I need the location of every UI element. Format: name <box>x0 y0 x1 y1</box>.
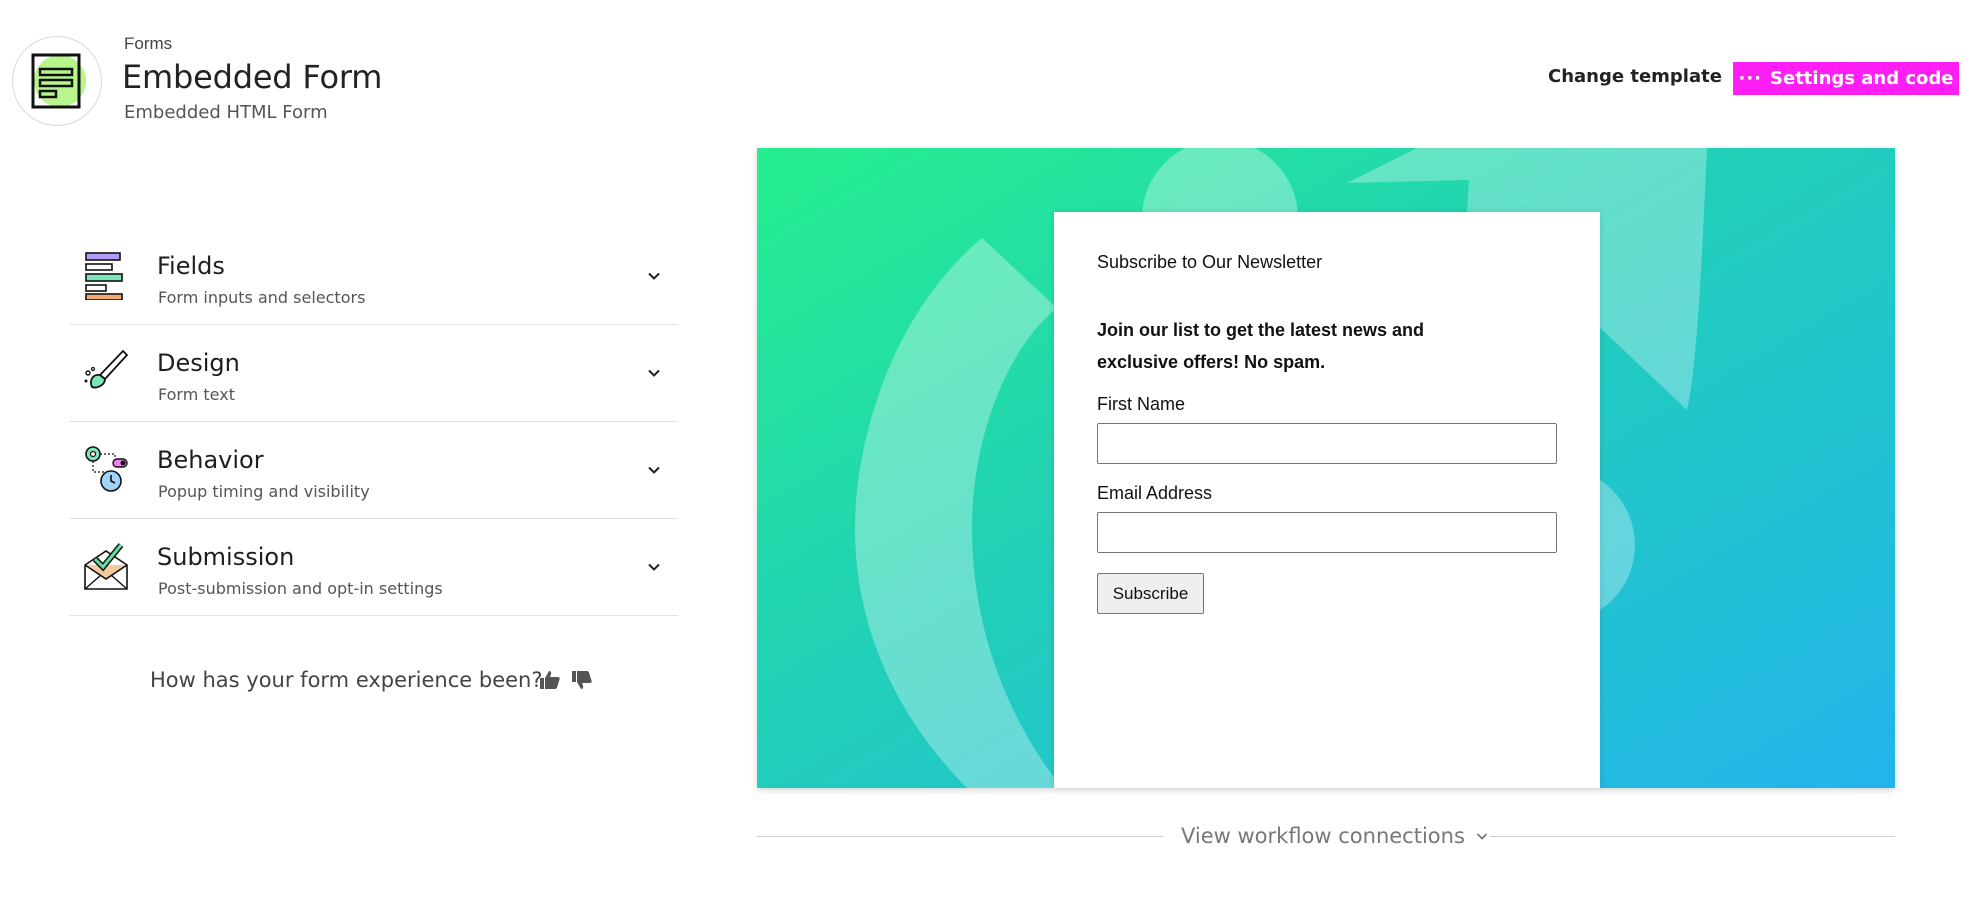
form-preview: Subscribe to Our Newsletter Join our lis… <box>757 148 1895 788</box>
first-name-input[interactable] <box>1097 423 1557 464</box>
chevron-down-icon <box>648 466 660 474</box>
accordion-description: Post-submission and opt-in settings <box>158 579 443 598</box>
accordion-item-fields[interactable]: Fields Form inputs and selectors <box>69 228 678 325</box>
accordion-item-submission[interactable]: Submission Post-submission and opt-in se… <box>69 519 678 616</box>
paintbrush-icon <box>84 349 129 389</box>
view-workflow-connections-toggle[interactable]: View workflow connections <box>1181 824 1489 848</box>
accordion-description: Form inputs and selectors <box>158 288 366 307</box>
settings-accordion: Fields Form inputs and selectors Design … <box>69 228 678 616</box>
change-template-button[interactable]: Change template <box>1548 66 1722 87</box>
subscribe-button[interactable]: Subscribe <box>1097 573 1204 614</box>
more-dots-icon: ··· <box>1738 68 1763 89</box>
workflow-label: View workflow connections <box>1181 824 1465 848</box>
gear-clock-icon <box>85 446 128 492</box>
email-address-label: Email Address <box>1097 483 1213 503</box>
settings-button-label: Settings and code <box>1770 68 1954 89</box>
accordion-item-behavior[interactable]: Behavior Popup timing and visibility <box>69 422 678 519</box>
first-name-label: First Name <box>1097 394 1186 414</box>
form-heading: Subscribe to Our Newsletter <box>1097 252 1323 272</box>
accordion-title: Behavior <box>157 446 264 474</box>
chevron-down-icon <box>1476 833 1488 840</box>
app-icon <box>12 36 102 126</box>
accordion-title: Design <box>157 349 240 377</box>
fields-bars-icon <box>85 252 123 300</box>
breadcrumb[interactable]: Forms <box>124 34 172 54</box>
thumbs-down-icon[interactable] <box>570 668 594 692</box>
chevron-down-icon <box>648 272 660 280</box>
accordion-title: Submission <box>157 543 295 571</box>
newsletter-form-card: Subscribe to Our Newsletter Join our lis… <box>1054 212 1600 788</box>
workflow-divider-right <box>1490 836 1895 837</box>
form-intro: Join our list to get the latest news and… <box>1097 320 1425 372</box>
chevron-down-icon <box>648 563 660 571</box>
page-subtitle: Embedded HTML Form <box>124 102 328 123</box>
workflow-divider-left <box>757 836 1163 837</box>
envelope-check-icon <box>84 543 128 590</box>
thumbs-up-icon[interactable] <box>538 668 562 692</box>
chevron-down-icon <box>648 369 660 377</box>
accordion-item-design[interactable]: Design Form text <box>69 325 678 422</box>
settings-and-code-button[interactable]: ··· Settings and code <box>1733 62 1959 95</box>
accordion-title: Fields <box>157 252 225 280</box>
feedback-question: How has your form experience been? <box>150 668 543 692</box>
accordion-description: Form text <box>158 385 235 404</box>
form-document-icon <box>31 53 86 109</box>
page-title[interactable]: Embedded Form <box>122 58 382 96</box>
email-address-input[interactable] <box>1097 512 1557 553</box>
accordion-description: Popup timing and visibility <box>158 482 370 501</box>
